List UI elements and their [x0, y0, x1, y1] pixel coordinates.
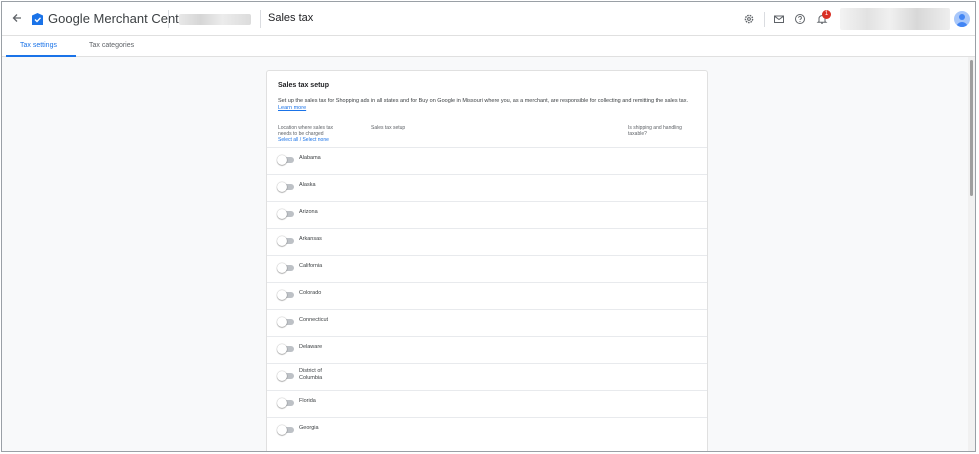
card-title: Sales tax setup: [278, 82, 329, 89]
state-row: Arkansas: [267, 228, 707, 255]
user-avatar[interactable]: [954, 11, 970, 27]
state-row: Arizona: [267, 201, 707, 228]
sales-tax-setup-card: Sales tax setup Set up the sales tax for…: [266, 70, 708, 451]
description-text: Set up the sales tax for Shopping ads in…: [278, 98, 688, 104]
select-all-none: Select all / Select none: [278, 137, 329, 143]
select-none-link[interactable]: Select none: [302, 137, 328, 143]
tab-bar: Tax settings Tax categories: [2, 36, 975, 57]
state-name: Georgia: [299, 425, 319, 431]
state-toggle[interactable]: [277, 398, 296, 408]
state-row: Alabama: [267, 147, 707, 174]
settings-gear-icon[interactable]: [743, 13, 755, 25]
product-name[interactable]: Google Merchant Center: [48, 11, 190, 26]
page-title: Sales tax: [268, 12, 314, 24]
card-description: Set up the sales tax for Shopping ads in…: [278, 98, 698, 112]
state-name: Alaska: [299, 182, 316, 188]
state-row: Delaware: [267, 336, 707, 363]
state-name: Colorado: [299, 290, 322, 296]
header-divider: [168, 10, 169, 28]
state-toggle[interactable]: [277, 236, 296, 246]
state-name: Delaware: [299, 344, 323, 350]
header-divider: [260, 10, 261, 28]
state-name: Florida: [299, 398, 316, 404]
person-icon: [956, 14, 968, 27]
state-toggle[interactable]: [277, 209, 296, 219]
state-toggle[interactable]: [277, 182, 296, 192]
state-row: California: [267, 255, 707, 282]
state-toggle[interactable]: [277, 290, 296, 300]
state-name: Arkansas: [299, 236, 322, 242]
active-tab-indicator: [6, 55, 76, 57]
column-header-setup: Sales tax setup: [371, 125, 406, 131]
tab-tax-categories[interactable]: Tax categories: [89, 42, 134, 49]
user-info-redacted: [840, 8, 950, 30]
state-name: California: [299, 263, 323, 269]
state-row: District of Columbia: [267, 363, 707, 390]
scrollbar-thumb[interactable]: [970, 60, 973, 196]
state-name: Alabama: [299, 155, 321, 161]
learn-more-link[interactable]: Learn more: [278, 105, 306, 111]
help-icon[interactable]: [794, 13, 806, 25]
state-row: Florida: [267, 390, 707, 417]
state-name: Arizona: [299, 209, 318, 215]
account-name-redacted[interactable]: [179, 14, 251, 25]
state-row: Alaska: [267, 174, 707, 201]
top-app-bar: Google Merchant Center Sales tax 1: [2, 2, 975, 36]
state-toggle[interactable]: [277, 263, 296, 273]
state-row: Connecticut: [267, 309, 707, 336]
state-list: Alabama Alaska Arizona Arkansas Californ…: [267, 147, 707, 444]
app-window: Google Merchant Center Sales tax 1 Tax s…: [1, 1, 976, 452]
column-header-location: Location where sales tax needs to be cha…: [278, 125, 334, 137]
mail-icon[interactable]: [773, 13, 785, 25]
state-toggle[interactable]: [277, 155, 296, 165]
state-name: District of Columbia: [299, 368, 323, 381]
select-all-link[interactable]: Select all: [278, 137, 298, 143]
state-toggle[interactable]: [277, 344, 296, 354]
select-separator: /: [299, 137, 302, 143]
notification-badge: 1: [822, 10, 831, 19]
column-header-shipping: Is shipping and handling taxable?: [628, 125, 682, 137]
tab-tax-settings[interactable]: Tax settings: [20, 42, 57, 49]
state-name: Connecticut: [299, 317, 329, 323]
state-row: Colorado: [267, 282, 707, 309]
state-toggle[interactable]: [277, 317, 296, 327]
merchant-center-logo[interactable]: [31, 12, 44, 26]
header-divider: [764, 12, 765, 27]
back-arrow-icon[interactable]: [10, 11, 24, 25]
state-row: Georgia: [267, 417, 707, 444]
state-toggle[interactable]: [277, 425, 296, 435]
state-toggle[interactable]: [277, 371, 296, 381]
